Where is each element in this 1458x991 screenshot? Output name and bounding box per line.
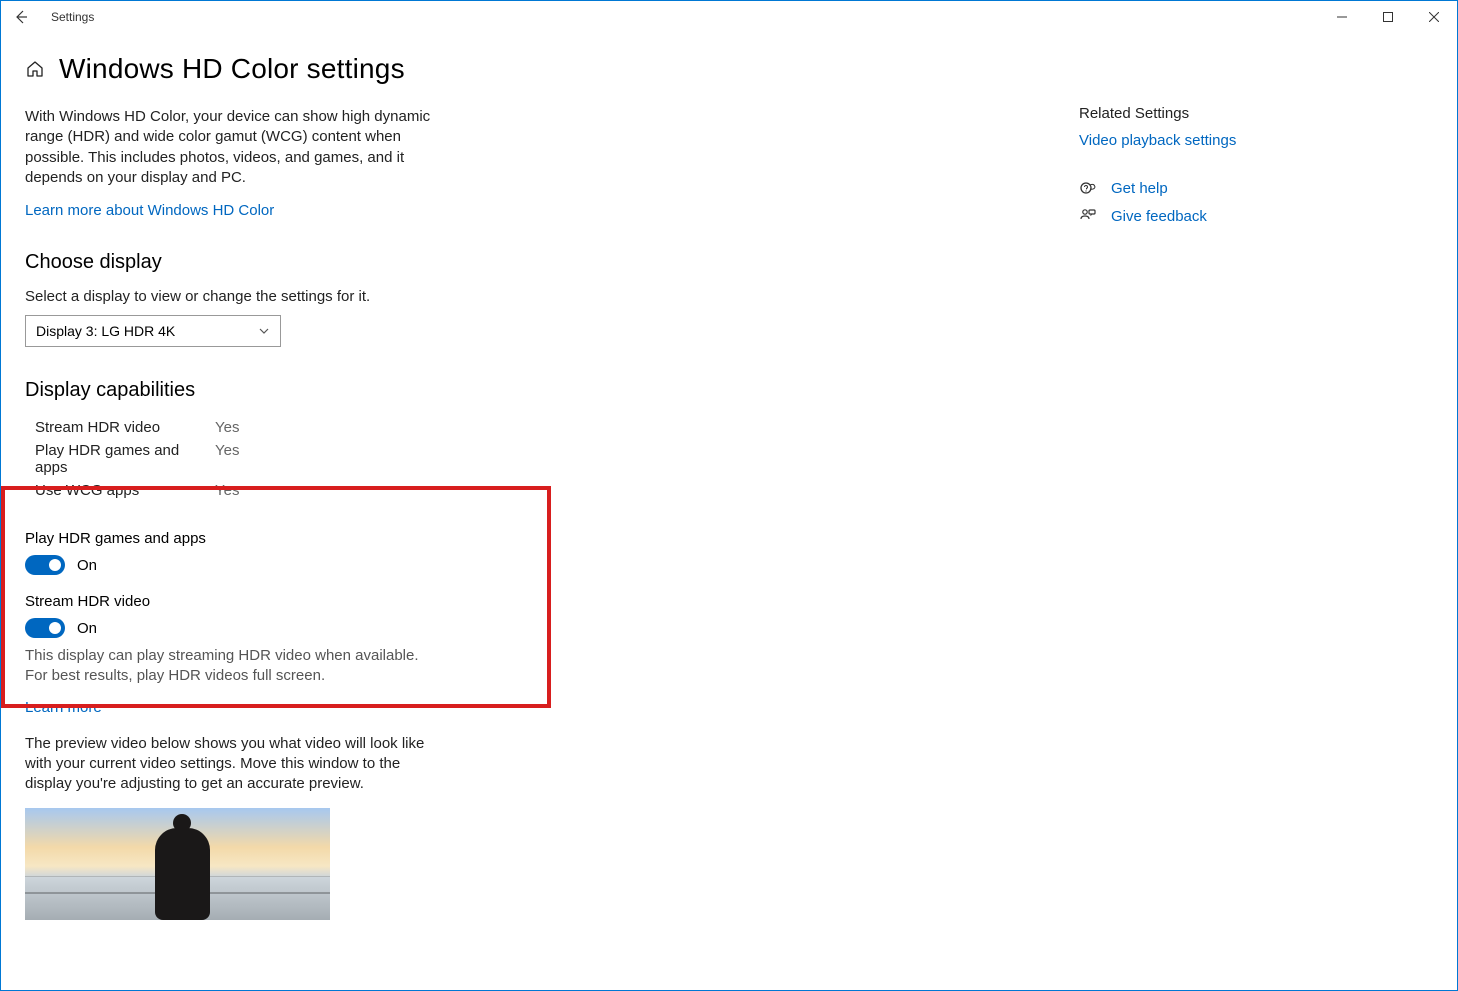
play-hdr-state: On xyxy=(77,557,97,574)
minimize-icon xyxy=(1337,12,1347,22)
stream-hdr-toggle[interactable] xyxy=(25,618,65,638)
learn-more-stream-link[interactable]: Learn more xyxy=(25,699,102,716)
maximize-icon xyxy=(1383,12,1393,22)
minimize-button[interactable] xyxy=(1319,1,1365,33)
capability-value: Yes xyxy=(215,482,239,499)
choose-display-sub: Select a display to view or change the s… xyxy=(25,288,715,305)
capability-row: Play HDR games and apps Yes xyxy=(25,439,715,479)
play-hdr-toggle[interactable] xyxy=(25,555,65,575)
capability-label: Use WCG apps xyxy=(35,482,215,499)
choose-display-heading: Choose display xyxy=(25,251,715,274)
learn-more-hdcolor-link[interactable]: Learn more about Windows HD Color xyxy=(25,202,274,219)
stream-hdr-helper: This display can play streaming HDR vide… xyxy=(25,646,435,687)
close-button[interactable] xyxy=(1411,1,1457,33)
preview-text: The preview video below shows you what v… xyxy=(25,734,435,795)
capability-value: Yes xyxy=(215,442,239,476)
related-sidebar: Related Settings Video playback settings… xyxy=(1079,105,1433,235)
give-feedback-link[interactable]: Give feedback xyxy=(1111,208,1207,225)
capability-row: Use WCG apps Yes xyxy=(25,479,715,502)
display-select[interactable]: Display 3: LG HDR 4K xyxy=(25,315,281,347)
preview-video xyxy=(25,808,330,920)
stream-hdr-state: On xyxy=(77,620,97,637)
arrow-left-icon xyxy=(13,9,29,25)
chevron-down-icon xyxy=(258,325,270,337)
capabilities-heading: Display capabilities xyxy=(25,379,715,402)
stream-hdr-label: Stream HDR video xyxy=(25,593,715,610)
capability-label: Stream HDR video xyxy=(35,419,215,436)
window-title: Settings xyxy=(51,10,94,24)
maximize-button[interactable] xyxy=(1365,1,1411,33)
close-icon xyxy=(1429,12,1439,22)
home-icon[interactable] xyxy=(25,59,45,79)
feedback-icon xyxy=(1079,207,1097,225)
display-select-value: Display 3: LG HDR 4K xyxy=(36,323,175,339)
get-help-link[interactable]: Get help xyxy=(1111,180,1168,197)
capability-row: Stream HDR video Yes xyxy=(25,416,715,439)
main-content: Windows HD Color settings With Windows H… xyxy=(25,53,715,920)
title-bar: Settings xyxy=(1,1,1457,33)
help-icon xyxy=(1079,179,1097,197)
capability-value: Yes xyxy=(215,419,239,436)
back-button[interactable] xyxy=(11,7,31,27)
page-title: Windows HD Color settings xyxy=(59,53,405,85)
related-heading: Related Settings xyxy=(1079,105,1433,122)
video-playback-link[interactable]: Video playback settings xyxy=(1079,132,1433,149)
intro-text: With Windows HD Color, your device can s… xyxy=(25,107,435,188)
capabilities-table: Stream HDR video Yes Play HDR games and … xyxy=(25,416,715,502)
capability-label: Play HDR games and apps xyxy=(35,442,215,476)
play-hdr-label: Play HDR games and apps xyxy=(25,530,715,547)
